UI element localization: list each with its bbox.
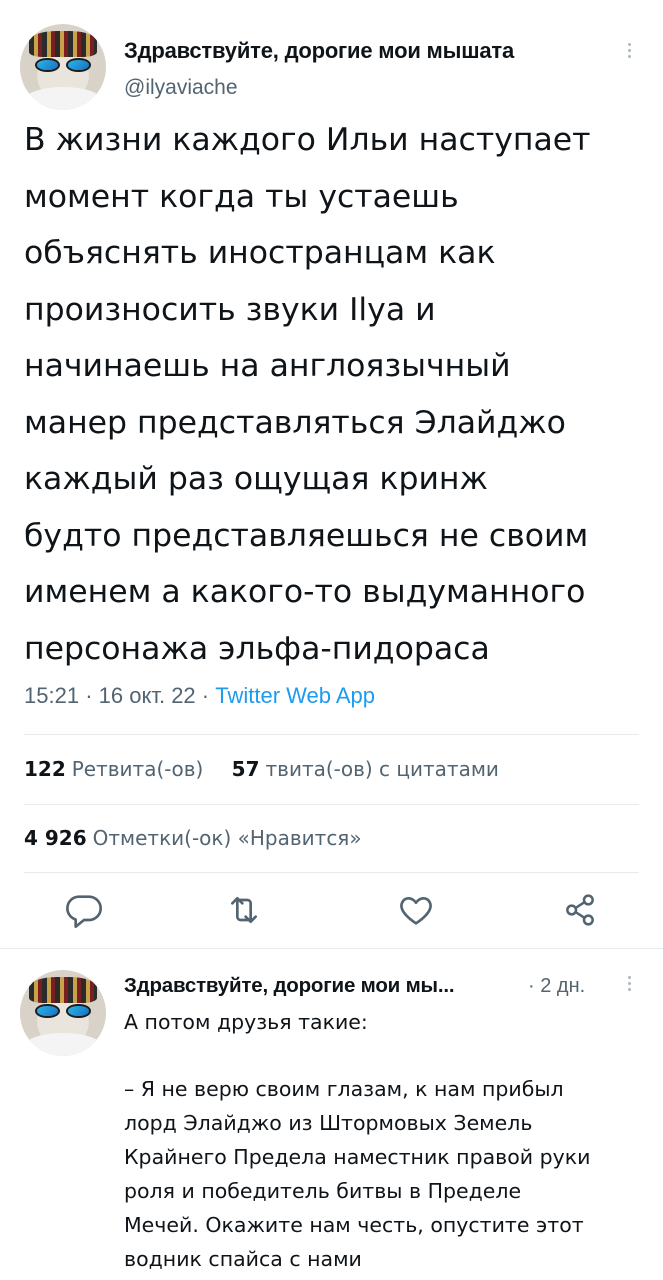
tweet-text-line: персонажа эльфа-пидораса [24,630,490,667]
divider [24,734,639,735]
retweets-count: 122 [24,757,66,781]
likes-count: 4 926 [24,826,87,850]
like-button[interactable] [396,890,436,930]
tweet-text-line: начинаешь на англоязычный [24,348,511,384]
reply-quote-line: – Я не верю своим глазам, к нам прибыл [124,1077,564,1101]
tweet-text-line: объяснять иностранцам как [24,235,496,271]
more-options-icon[interactable] [620,40,638,61]
retweets-label: Ретвита(-ов) [71,757,204,781]
main-tweet: Здравствуйте, дорогие мои мышата @ilyavi… [0,0,663,948]
reply-quote-line: роля и победитель битвы в Пределе [124,1179,522,1203]
tweet-text-line: манер представляться Элайджо [24,404,566,441]
quotes-count: 57 [231,757,260,781]
tweet-text-line: В жизни каждого Ильи наступает [24,122,591,158]
avatar[interactable] [20,24,106,110]
like-stats[interactable]: 4 926 Отметки(-ок) «Нравится» [24,826,362,850]
reply-time[interactable]: · 2 дн. [528,975,585,998]
reply-author-name[interactable]: Здравствуйте, дорогие мои мы... [124,974,455,998]
tweet-time[interactable]: 15:21 [24,683,79,708]
author-handle[interactable]: @ilyaviache [124,76,238,100]
more-options-icon[interactable] [620,973,638,994]
quotes-label: твита(-ов) с цитатами [265,757,499,781]
reply-first-line: А потом друзья такие: [124,1010,368,1034]
avatar[interactable] [20,970,106,1056]
reply-icon [66,895,102,928]
quotes-link[interactable]: 57 твита(-ов) с цитатами [232,757,499,781]
reply-quote-line: Крайнего Предела наместник правой руки [124,1145,591,1169]
tweet-text-line: будто представляешься не своим [24,517,589,554]
tweet-meta: 15:21 · 16 окт. 22 · Twitter Web App [24,683,375,709]
tweet-separator [0,948,663,949]
retweets-link[interactable]: 122 Ретвита(-ов) [24,757,203,781]
retweet-stats: 122 Ретвита(-ов) 57 твита(-ов) с цитатами [24,757,499,781]
tweet-text-line: именем а какого-то выдуманного [24,574,586,610]
reply-quote-line: водник спайса с нами [124,1247,362,1271]
reply-quote-line: лорд Элайджо из Штормовых Земель [124,1111,533,1135]
share-button[interactable] [560,890,600,930]
reply-quote-line: Мечей. Окажите нам честь, опустите этот [124,1213,584,1237]
tweet-text-line: произносить звуки Ilya и [24,291,436,328]
share-icon [566,894,594,926]
reply-button[interactable] [64,890,104,930]
retweet-icon [231,897,257,923]
tweet-actions [0,888,663,936]
likes-label: Отметки(-ок) «Нравится» [92,826,362,850]
heart-icon [400,897,432,925]
meta-separator: · [85,683,93,708]
tweet-text-line: момент когда ты устаешь [24,178,459,215]
tweet-text-line: каждый раз ощущая кринж [24,461,488,497]
author-name[interactable]: Здравствуйте, дорогие мои мышата [124,38,514,64]
tweet-source-link[interactable]: Twitter Web App [215,683,375,708]
tweet-text: В жизни каждого Ильи наступает момент ког… [24,112,644,677]
reply-quote: – Я не верю своим глазам, к нам прибыл ло… [124,1072,644,1276]
retweet-button[interactable] [224,890,264,930]
divider [24,872,639,873]
divider [24,804,639,805]
reply-text: А потом друзья такие: [124,1005,644,1040]
meta-separator: · [201,683,210,708]
tweet-date[interactable]: 16 окт. 22 [99,683,196,708]
